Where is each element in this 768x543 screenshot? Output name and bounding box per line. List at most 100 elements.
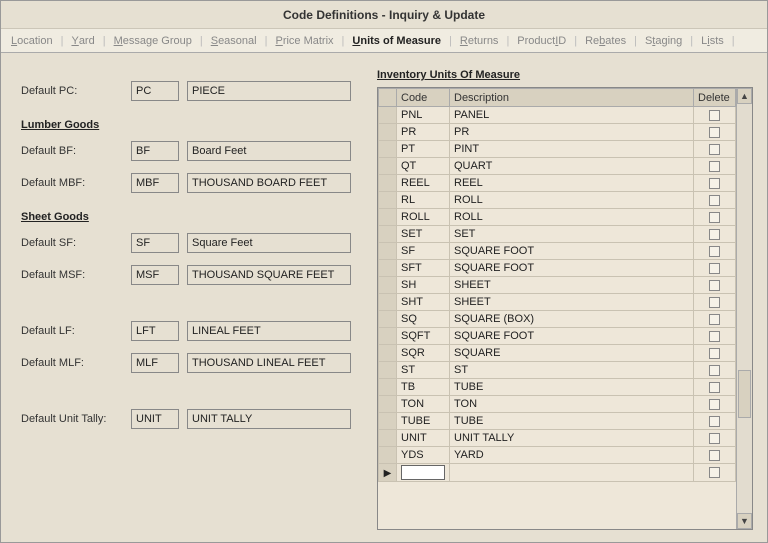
cell-description[interactable]: YARD xyxy=(450,447,694,464)
table-row[interactable]: SQRSQUARE xyxy=(379,345,736,362)
delete-checkbox[interactable] xyxy=(709,331,720,342)
row-header[interactable] xyxy=(379,396,397,413)
table-row[interactable]: TONTON xyxy=(379,396,736,413)
cell-code[interactable]: SFT xyxy=(397,260,450,277)
tab-seasonal[interactable]: Seasonal xyxy=(207,35,261,47)
table-row[interactable]: QTQUART xyxy=(379,158,736,175)
row-header[interactable] xyxy=(379,345,397,362)
table-row[interactable]: SHSHEET xyxy=(379,277,736,294)
input-default-msf-desc[interactable] xyxy=(187,265,351,285)
row-header[interactable] xyxy=(379,175,397,192)
input-default-lf-code[interactable] xyxy=(131,321,179,341)
row-header[interactable] xyxy=(379,413,397,430)
row-header[interactable] xyxy=(379,158,397,175)
table-row[interactable]: SFSQUARE FOOT xyxy=(379,243,736,260)
cell-description[interactable] xyxy=(450,464,694,482)
input-default-sf-desc[interactable] xyxy=(187,233,351,253)
cell-description[interactable]: TUBE xyxy=(450,413,694,430)
cell-description[interactable]: SHEET xyxy=(450,294,694,311)
cell-delete[interactable] xyxy=(694,362,736,379)
cell-code[interactable]: SF xyxy=(397,243,450,260)
row-header[interactable] xyxy=(379,328,397,345)
table-row[interactable]: PTPINT xyxy=(379,141,736,158)
table-row[interactable]: ROLLROLL xyxy=(379,209,736,226)
input-default-tally-desc[interactable] xyxy=(187,409,351,429)
tab-message-group[interactable]: Message Group xyxy=(110,35,196,47)
delete-checkbox[interactable] xyxy=(709,433,720,444)
row-header[interactable] xyxy=(379,107,397,124)
scroll-down-button[interactable]: ▼ xyxy=(737,513,752,529)
tab-rebates[interactable]: Rebates xyxy=(581,35,630,47)
delete-checkbox[interactable] xyxy=(709,229,720,240)
cell-delete[interactable] xyxy=(694,277,736,294)
delete-checkbox[interactable] xyxy=(709,144,720,155)
cell-code[interactable]: REEL xyxy=(397,175,450,192)
row-header[interactable] xyxy=(379,209,397,226)
row-header[interactable] xyxy=(379,124,397,141)
cell-code[interactable]: YDS xyxy=(397,447,450,464)
scroll-track[interactable] xyxy=(737,104,752,513)
cell-delete[interactable] xyxy=(694,209,736,226)
table-row[interactable]: RLROLL xyxy=(379,192,736,209)
input-default-bf-code[interactable] xyxy=(131,141,179,161)
delete-checkbox[interactable] xyxy=(709,382,720,393)
scroll-up-button[interactable]: ▲ xyxy=(737,88,752,104)
row-header[interactable] xyxy=(379,362,397,379)
delete-checkbox[interactable] xyxy=(709,178,720,189)
table-row[interactable]: PNLPANEL xyxy=(379,107,736,124)
input-default-mlf-code[interactable] xyxy=(131,353,179,373)
cell-description[interactable]: SHEET xyxy=(450,277,694,294)
delete-checkbox[interactable] xyxy=(709,416,720,427)
table-row[interactable]: SQFTSQUARE FOOT xyxy=(379,328,736,345)
cell-description[interactable]: ROLL xyxy=(450,209,694,226)
cell-description[interactable]: REEL xyxy=(450,175,694,192)
table-row[interactable]: UNITUNIT TALLY xyxy=(379,430,736,447)
cell-delete[interactable] xyxy=(694,464,736,482)
cell-code[interactable]: TON xyxy=(397,396,450,413)
cell-description[interactable]: ROLL xyxy=(450,192,694,209)
cell-code[interactable]: PT xyxy=(397,141,450,158)
cell-code[interactable]: SQ xyxy=(397,311,450,328)
cell-description[interactable]: QUART xyxy=(450,158,694,175)
input-default-lf-desc[interactable] xyxy=(187,321,351,341)
cell-delete[interactable] xyxy=(694,447,736,464)
cell-description[interactable]: SET xyxy=(450,226,694,243)
table-row[interactable]: SQSQUARE (BOX) xyxy=(379,311,736,328)
tab-price-matrix[interactable]: Price Matrix xyxy=(271,35,337,47)
tab-location[interactable]: Location xyxy=(7,35,57,47)
tab-lists[interactable]: Lists xyxy=(697,35,728,47)
inventory-grid[interactable]: Code Description Delete PNLPANELPRPRPTPI… xyxy=(378,88,736,482)
input-default-sf-code[interactable] xyxy=(131,233,179,253)
row-header[interactable] xyxy=(379,192,397,209)
delete-checkbox[interactable] xyxy=(709,450,720,461)
cell-description[interactable]: PANEL xyxy=(450,107,694,124)
delete-checkbox[interactable] xyxy=(709,212,720,223)
table-row[interactable]: STST xyxy=(379,362,736,379)
row-header[interactable] xyxy=(379,141,397,158)
cell-description[interactable]: UNIT TALLY xyxy=(450,430,694,447)
table-row[interactable]: YDSYARD xyxy=(379,447,736,464)
delete-checkbox[interactable] xyxy=(709,246,720,257)
cell-code[interactable]: QT xyxy=(397,158,450,175)
table-row-new[interactable]: ▶ xyxy=(379,464,736,482)
cell-delete[interactable] xyxy=(694,243,736,260)
input-default-bf-desc[interactable] xyxy=(187,141,351,161)
cell-delete[interactable] xyxy=(694,158,736,175)
cell-description[interactable]: SQUARE (BOX) xyxy=(450,311,694,328)
grid-vertical-scrollbar[interactable]: ▲ ▼ xyxy=(736,88,752,529)
cell-delete[interactable] xyxy=(694,192,736,209)
cell-delete[interactable] xyxy=(694,396,736,413)
delete-checkbox[interactable] xyxy=(709,263,720,274)
table-row[interactable]: TUBETUBE xyxy=(379,413,736,430)
row-header[interactable] xyxy=(379,447,397,464)
delete-checkbox[interactable] xyxy=(709,467,720,478)
delete-checkbox[interactable] xyxy=(709,195,720,206)
cell-delete[interactable] xyxy=(694,294,736,311)
cell-delete[interactable] xyxy=(694,226,736,243)
cell-description[interactable]: ST xyxy=(450,362,694,379)
cell-description[interactable]: TON xyxy=(450,396,694,413)
cell-code[interactable]: TUBE xyxy=(397,413,450,430)
cell-description[interactable]: SQUARE xyxy=(450,345,694,362)
delete-checkbox[interactable] xyxy=(709,365,720,376)
table-row[interactable]: SHTSHEET xyxy=(379,294,736,311)
